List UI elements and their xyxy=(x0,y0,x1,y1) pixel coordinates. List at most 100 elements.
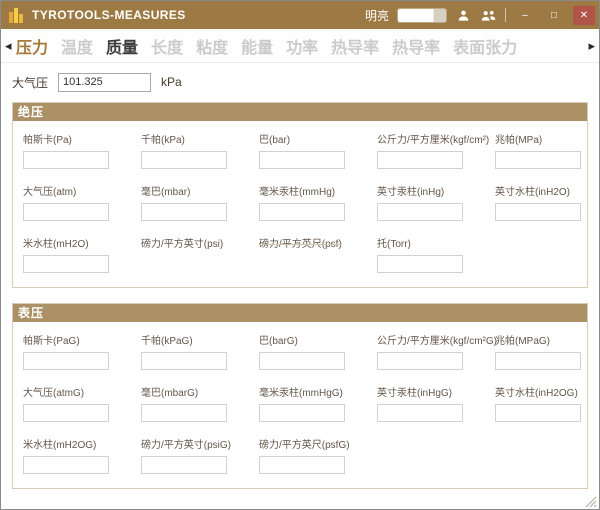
unit-input[interactable] xyxy=(23,203,109,221)
maximize-button[interactable]: □ xyxy=(544,6,564,25)
tab[interactable]: 长度 xyxy=(151,34,183,58)
unit-input[interactable] xyxy=(141,203,227,221)
unit-field: 千帕(kPaG) xyxy=(141,332,259,384)
unit-input[interactable] xyxy=(377,404,463,422)
unit-input[interactable] xyxy=(377,255,463,273)
unit-field: 英寸汞柱(inHg) xyxy=(377,183,495,235)
unit-label: 毫巴(mbarG) xyxy=(141,384,259,399)
unit-field: 英寸水柱(inH2O) xyxy=(495,183,600,235)
unit-field: 托(Torr) xyxy=(377,235,495,287)
unit-input[interactable] xyxy=(23,352,109,370)
unit-field: 千帕(kPa) xyxy=(141,131,259,183)
unit-input[interactable] xyxy=(495,151,581,169)
unit-label: 巴(bar) xyxy=(259,131,377,146)
unit-label: 英寸水柱(inH2OG) xyxy=(495,384,600,399)
tab[interactable]: 表面张力 xyxy=(453,34,517,58)
gauge-pressure-grid: 帕斯卡(PaG) 千帕(kPaG) 巴(barG) 公斤力/平方 xyxy=(13,322,587,488)
unit-input[interactable] xyxy=(23,404,109,422)
unit-field: 毫米汞柱(mmHg) xyxy=(259,183,377,235)
titlebar-separator xyxy=(505,8,506,22)
unit-label: 毫米汞柱(mmHgG) xyxy=(259,384,377,399)
gauge-pressure-section: 表压 帕斯卡(PaG) 千帕(kPaG) 巴(barG) xyxy=(12,303,588,489)
unit-label: 巴(barG) xyxy=(259,332,377,347)
atmospheric-pressure-input[interactable] xyxy=(58,73,151,92)
unit-input[interactable] xyxy=(141,352,227,370)
unit-label: 帕斯卡(Pa) xyxy=(23,131,141,146)
unit-field: 大气压(atmG) xyxy=(23,384,141,436)
tab[interactable]: 热导率 xyxy=(392,34,440,58)
unit-label: 磅力/平方英寸(psiG) xyxy=(141,436,259,451)
unit-input[interactable] xyxy=(259,151,345,169)
scroll-left-icon[interactable]: ◂ xyxy=(3,29,14,62)
unit-input[interactable] xyxy=(495,352,581,370)
unit-input[interactable] xyxy=(495,203,581,221)
unit-label: 英寸汞柱(inHg) xyxy=(377,183,495,198)
tab-strip: 压力 温度 质量 长度 粘度 能量 功率 热导率 热导率 表面张力 xyxy=(16,34,586,58)
gauge-pressure-title: 表压 xyxy=(13,304,587,322)
unit-label: 公斤力/平方厘米(kgf/cm²G) xyxy=(377,332,495,347)
unit-input[interactable] xyxy=(141,151,227,169)
tab[interactable]: 压力 xyxy=(16,34,48,58)
unit-input[interactable] xyxy=(259,352,345,370)
tab[interactable]: 质量 xyxy=(106,34,138,58)
tab[interactable]: 温度 xyxy=(61,34,93,58)
unit-field: 毫米汞柱(mmHgG) xyxy=(259,384,377,436)
tab-bar: ◂ 压力 温度 质量 长度 粘度 能量 功率 热导率 热导率 表面张力 xyxy=(1,29,599,63)
tab[interactable]: 热导率 xyxy=(331,34,379,58)
unit-input[interactable] xyxy=(141,404,227,422)
unit-input[interactable] xyxy=(141,456,227,474)
unit-label: 大气压(atm) xyxy=(23,183,141,198)
tab[interactable]: 粘度 xyxy=(196,34,228,58)
app-window: TYROTOOLS-MEASURES 明亮 – □ xyxy=(0,0,600,510)
unit-field: 巴(bar) xyxy=(259,131,377,183)
unit-field: 巴(barG) xyxy=(259,332,377,384)
users-icon[interactable] xyxy=(480,7,496,23)
unit-input[interactable] xyxy=(495,404,581,422)
absolute-pressure-section: 绝压 帕斯卡(Pa) 千帕(kPa) 巴(bar) xyxy=(12,102,588,288)
unit-input[interactable] xyxy=(23,255,109,273)
minimize-button[interactable]: – xyxy=(515,6,535,25)
resize-grip[interactable] xyxy=(585,495,597,507)
unit-label: 大气压(atmG) xyxy=(23,384,141,399)
tab[interactable]: 能量 xyxy=(241,34,273,58)
unit-label: 英寸水柱(inH2O) xyxy=(495,183,600,198)
unit-input[interactable] xyxy=(377,352,463,370)
close-button[interactable]: ✕ xyxy=(573,6,595,25)
unit-label: 米水柱(mH2OG) xyxy=(23,436,141,451)
atmospheric-pressure-row: 大气压 kPa xyxy=(12,72,588,92)
unit-label: 英寸汞柱(inHgG) xyxy=(377,384,495,399)
user-icon[interactable] xyxy=(455,7,471,23)
titlebar: TYROTOOLS-MEASURES 明亮 – □ xyxy=(1,1,599,29)
unit-label: 磅力/平方英尺(psf) xyxy=(259,235,377,250)
unit-field: 大气压(atm) xyxy=(23,183,141,235)
unit-input[interactable] xyxy=(259,456,345,474)
tab[interactable]: 功率 xyxy=(286,34,318,58)
unit-label: 磅力/平方英寸(psi) xyxy=(141,235,259,250)
unit-field: 毫巴(mbar) xyxy=(141,183,259,235)
atmospheric-pressure-label: 大气压 xyxy=(12,74,48,91)
unit-input[interactable] xyxy=(23,151,109,169)
unit-label: 兆帕(MPa) xyxy=(495,131,600,146)
unit-label: 毫米汞柱(mmHg) xyxy=(259,183,377,198)
brightness-label: 明亮 xyxy=(365,7,389,24)
unit-field: 公斤力/平方厘米(kgf/cm²G) xyxy=(377,332,495,384)
unit-label: 米水柱(mH2O) xyxy=(23,235,141,250)
unit-input[interactable] xyxy=(377,151,463,169)
unit-input[interactable] xyxy=(23,456,109,474)
scroll-right-icon[interactable]: ▸ xyxy=(586,29,597,62)
unit-label: 千帕(kPaG) xyxy=(141,332,259,347)
unit-field: 毫巴(mbarG) xyxy=(141,384,259,436)
unit-field: 兆帕(MPaG) xyxy=(495,332,600,384)
unit-label: 毫巴(mbar) xyxy=(141,183,259,198)
brightness-slider[interactable] xyxy=(398,9,446,22)
unit-input[interactable] xyxy=(259,404,345,422)
app-icon xyxy=(8,7,25,24)
unit-field: 英寸水柱(inH2OG) xyxy=(495,384,600,436)
unit-input[interactable] xyxy=(259,203,345,221)
unit-label: 磅力/平方英尺(psfG) xyxy=(259,436,377,451)
unit-input[interactable] xyxy=(377,203,463,221)
unit-field: 帕斯卡(PaG) xyxy=(23,332,141,384)
atmospheric-unit-label: kPa xyxy=(161,75,182,89)
unit-field: 公斤力/平方厘米(kgf/cm²) xyxy=(377,131,495,183)
unit-field: 磅力/平方英寸(psi) xyxy=(141,235,259,287)
